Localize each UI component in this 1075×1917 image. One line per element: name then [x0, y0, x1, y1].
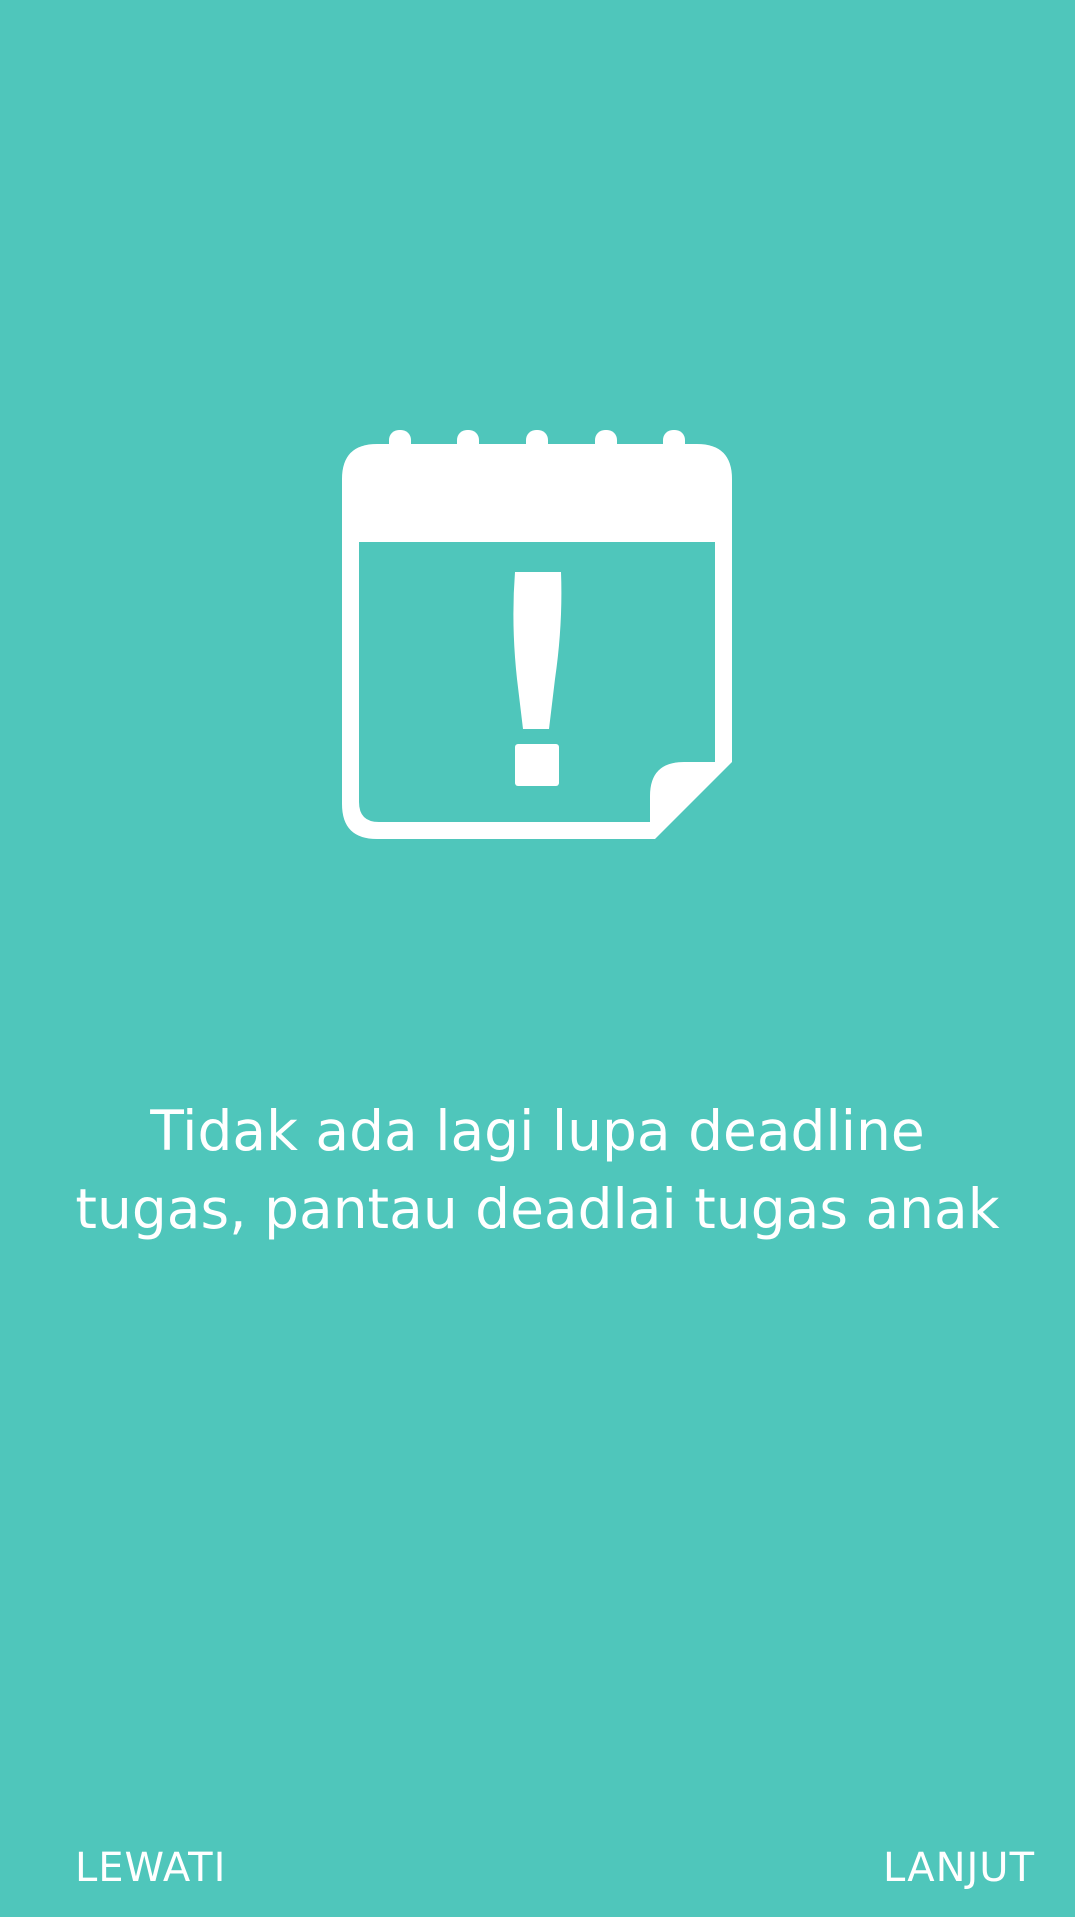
message-line-2: tugas, pantau deadlai tugas anak	[75, 1177, 1000, 1241]
onboarding-screen: Tidak ada lagi lupa deadline tugas, pant…	[0, 0, 1075, 1917]
next-button[interactable]: LANJUT	[883, 1838, 1035, 1898]
skip-button[interactable]: LEWATI	[75, 1838, 226, 1898]
onboarding-message: Tidak ada lagi lupa deadline tugas, pant…	[40, 1092, 1035, 1248]
calendar-alert-icon	[342, 430, 732, 839]
message-line-1: Tidak ada lagi lupa deadline	[150, 1099, 925, 1163]
